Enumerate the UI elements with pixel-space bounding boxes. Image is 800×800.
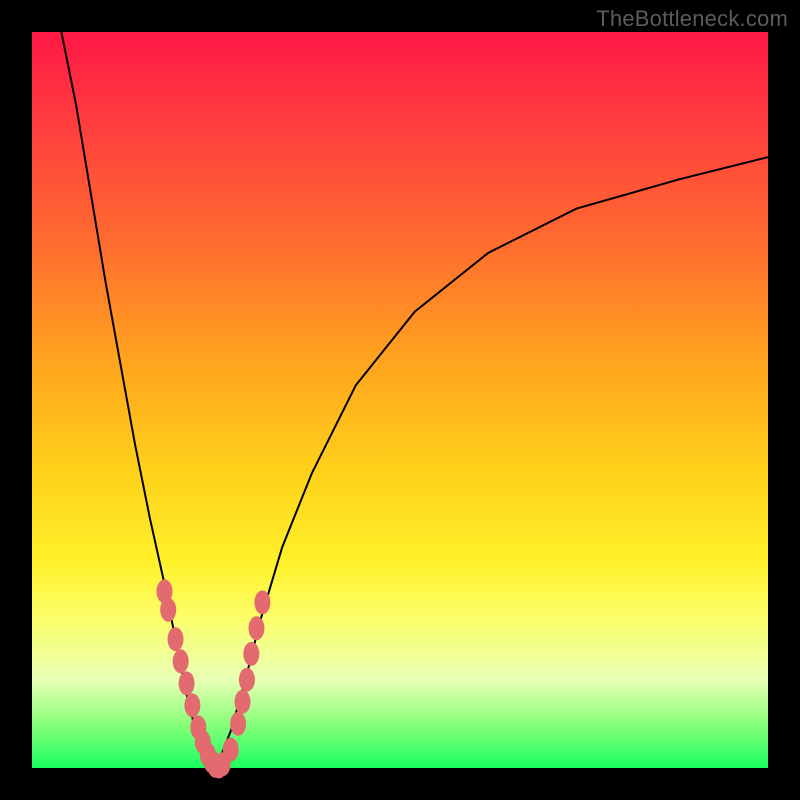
bead [239, 668, 255, 692]
chart-frame: TheBottleneck.com [0, 0, 800, 800]
bead [184, 693, 200, 717]
curves-svg [32, 32, 768, 768]
bead [173, 649, 189, 673]
watermark-text: TheBottleneck.com [596, 6, 788, 32]
right-curve [216, 157, 768, 768]
bead [249, 616, 265, 640]
plot-area [32, 32, 768, 768]
bead [168, 627, 184, 651]
bead [223, 738, 239, 762]
bead [179, 671, 195, 695]
bead-cluster [157, 579, 271, 778]
bead [243, 642, 259, 666]
left-curve [61, 32, 216, 768]
bead [230, 712, 246, 736]
bead [160, 598, 176, 622]
bead [235, 690, 251, 714]
bead [254, 590, 270, 614]
